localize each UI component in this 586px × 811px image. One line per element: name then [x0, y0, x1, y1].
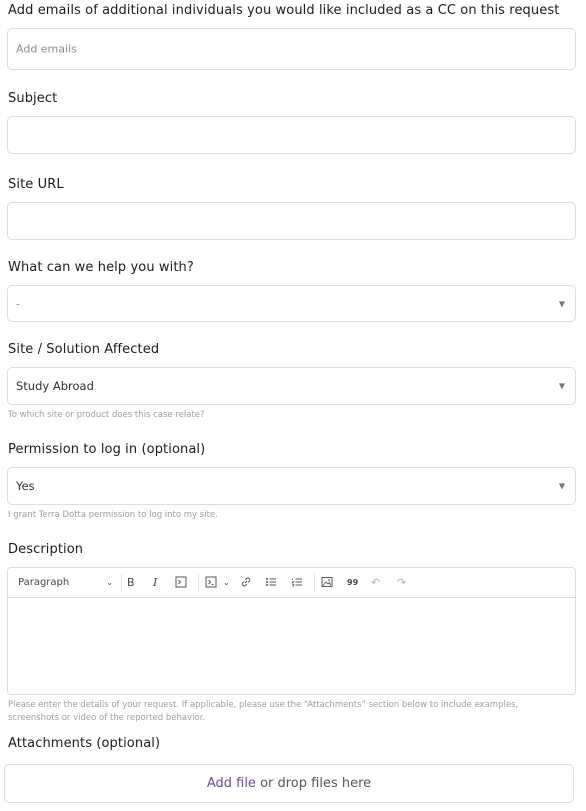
- site-solution-hint: To which site or product does this case …: [8, 410, 205, 420]
- attachments-label: Attachments (optional): [8, 736, 161, 751]
- numbered-list-icon[interactable]: [291, 576, 303, 590]
- cc-emails-placeholder: Add emails: [16, 42, 77, 56]
- undo-icon[interactable]: ↶: [371, 576, 380, 590]
- insert-code-icon[interactable]: [205, 576, 217, 590]
- chevron-down-icon[interactable]: ⌄: [223, 576, 230, 590]
- site-url-input[interactable]: [7, 202, 576, 240]
- bulleted-list-icon[interactable]: [265, 576, 277, 590]
- permission-label: Permission to log in (optional): [8, 442, 206, 457]
- code-block-icon[interactable]: [175, 576, 187, 590]
- quote-icon[interactable]: 99: [347, 576, 358, 590]
- permission-value: Yes: [16, 479, 35, 493]
- permission-hint: I grant Terra Dotta permission to log in…: [8, 510, 218, 520]
- block-style-dropdown[interactable]: Paragraph ⌄: [18, 576, 113, 590]
- description-hint-line1: Please enter the details of your request…: [8, 700, 519, 710]
- file-drop-zone[interactable]: Add file or drop files here: [4, 764, 574, 803]
- redo-icon[interactable]: ↷: [397, 576, 406, 590]
- help-topic-select[interactable]: - ▼: [7, 285, 576, 322]
- site-solution-value: Study Abroad: [16, 379, 94, 393]
- help-topic-value: -: [16, 297, 20, 310]
- permission-select[interactable]: Yes ▼: [7, 467, 576, 505]
- drop-files-text: or drop files here: [255, 776, 372, 791]
- add-file-link[interactable]: Add file: [207, 776, 256, 791]
- site-solution-label: Site / Solution Affected: [8, 342, 160, 357]
- block-style-label: Paragraph: [18, 577, 70, 588]
- subject-label: Subject: [8, 91, 58, 106]
- image-icon[interactable]: [321, 576, 333, 590]
- chevron-down-icon: ▼: [558, 299, 565, 308]
- description-label: Description: [8, 542, 84, 557]
- bold-icon[interactable]: B: [127, 576, 135, 590]
- chevron-down-icon: ▼: [558, 381, 565, 391]
- editor-toolbar: Paragraph ⌄ B I ⌄ 99 ↶ ↷: [8, 568, 575, 598]
- italic-icon[interactable]: I: [153, 576, 157, 590]
- chevron-down-icon: ⌄: [106, 578, 113, 587]
- chevron-down-icon: ▼: [558, 481, 565, 491]
- subject-input[interactable]: [7, 116, 576, 154]
- site-solution-select[interactable]: Study Abroad ▼: [7, 367, 576, 405]
- link-icon[interactable]: [240, 576, 252, 590]
- cc-emails-input[interactable]: Add emails: [7, 28, 576, 70]
- cc-emails-label: Add emails of additional individuals you…: [8, 3, 560, 18]
- description-hint-line2: screenshots or video of the reported beh…: [8, 713, 206, 723]
- description-editor[interactable]: Paragraph ⌄ B I ⌄ 99 ↶ ↷: [7, 567, 576, 695]
- site-url-label: Site URL: [8, 177, 64, 192]
- help-topic-label: What can we help you with?: [8, 260, 194, 275]
